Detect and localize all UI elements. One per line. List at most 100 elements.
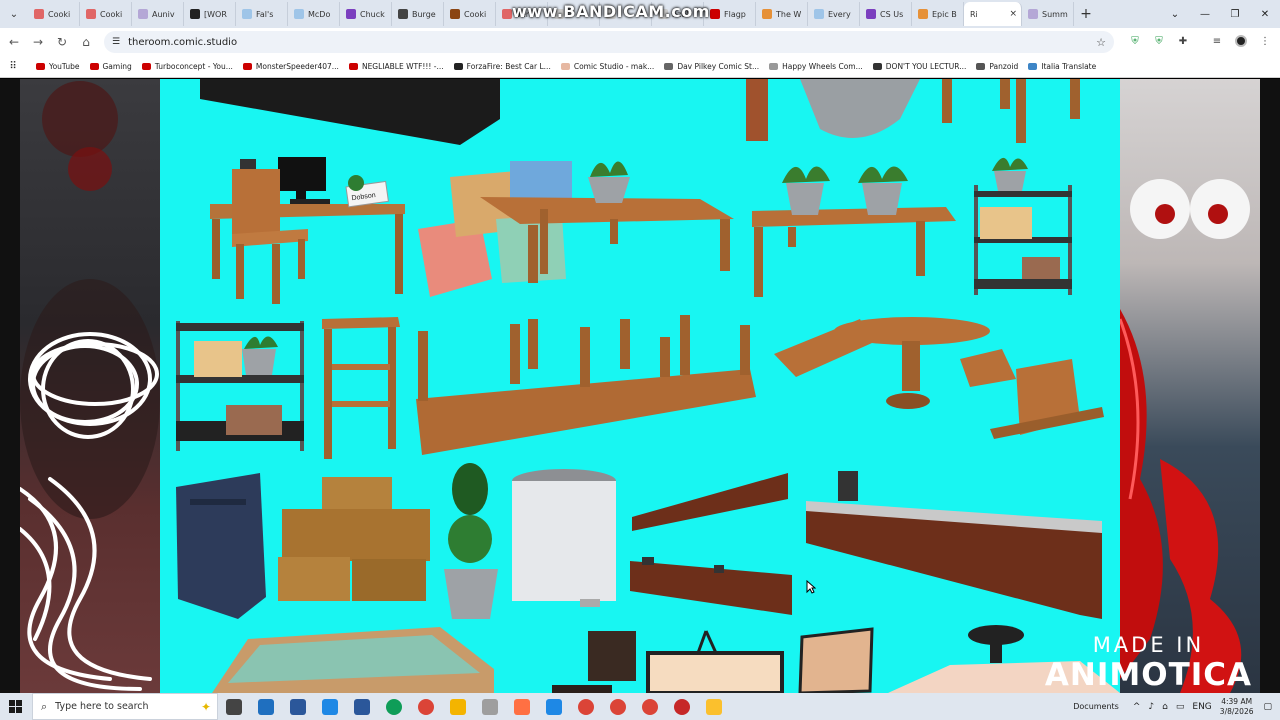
extension-shield-icon[interactable]: ⛨ — [1128, 34, 1142, 48]
taskbar-files-icon[interactable] — [442, 693, 474, 720]
browser-tab[interactable]: CS Us — [860, 2, 912, 26]
wood-ramp[interactable] — [632, 473, 788, 531]
new-tab-button[interactable]: + — [1074, 6, 1098, 22]
taskbar-search-box[interactable]: ⌕ Type here to search ✦ — [32, 693, 218, 720]
trash-bin[interactable] — [512, 469, 616, 607]
close-window-icon[interactable]: ✕ — [1250, 0, 1280, 28]
active-tab[interactable]: Ri × — [964, 2, 1022, 26]
browser-tab[interactable]: McDo — [288, 2, 340, 26]
bookmark-item[interactable]: NEGLIABLE WTF!!! -... — [348, 62, 444, 71]
browser-tab[interactable]: Cooki — [444, 2, 496, 26]
restore-icon[interactable]: ❐ — [1220, 0, 1250, 28]
home-button[interactable]: ⌂ — [74, 30, 98, 54]
navy-locker[interactable] — [176, 473, 266, 619]
taskbar-edge-icon[interactable] — [378, 693, 410, 720]
potted-plant[interactable] — [588, 161, 630, 203]
browser-tab[interactable]: Every — [808, 2, 860, 26]
topiary-plant[interactable] — [444, 463, 498, 619]
kitchen-counter[interactable] — [806, 471, 1102, 619]
browser-tab[interactable]: Auniv — [132, 2, 184, 26]
browser-tab[interactable]: Summ — [1022, 2, 1074, 26]
profile-avatar[interactable] — [1234, 34, 1248, 48]
reload-button[interactable]: ↻ — [50, 30, 74, 54]
bookmark-item[interactable]: Panzoid — [976, 62, 1018, 71]
clock[interactable]: 4:39 AM 3/8/2026 — [1220, 697, 1254, 717]
taskbar-chrome-icon[interactable] — [570, 693, 602, 720]
taskbar-app-icon[interactable] — [474, 693, 506, 720]
bookmark-item[interactable]: Gaming — [89, 62, 132, 71]
bookmark-item[interactable]: YouTube — [36, 62, 80, 71]
bookmark-item[interactable]: DON'T YOU LECTUR... — [872, 62, 966, 71]
taskbar-app-icon[interactable] — [698, 693, 730, 720]
potted-plants-pair[interactable] — [782, 166, 908, 215]
cardboard-boxes[interactable] — [278, 477, 430, 601]
taskbar-chrome-icon[interactable] — [602, 693, 634, 720]
browser-tab[interactable]: Epic B — [912, 2, 964, 26]
taskbar-chrome-icon[interactable] — [634, 693, 666, 720]
tab-label: The W — [776, 9, 802, 19]
flipped-table[interactable] — [416, 315, 756, 455]
table-legs-top[interactable] — [942, 79, 1080, 143]
back-button[interactable]: ← — [2, 30, 26, 54]
apps-grid-icon[interactable]: ⠿ — [0, 61, 26, 72]
rock-pot-item[interactable] — [746, 79, 920, 141]
extensions-puzzle-icon[interactable]: ✚ — [1176, 34, 1190, 48]
round-table-set[interactable] — [774, 317, 1104, 439]
forward-button[interactable]: → — [26, 30, 50, 54]
monitor-display[interactable] — [646, 630, 784, 693]
bookmark-item[interactable]: Dav Pilkey Comic St... — [664, 62, 759, 71]
colored-cubes[interactable] — [418, 161, 572, 297]
start-button[interactable] — [0, 693, 32, 720]
comic-studio-canvas[interactable]: Dobson — [160, 79, 1120, 693]
network-icon[interactable]: ⌂ — [1162, 702, 1168, 712]
close-tab-icon[interactable]: × — [1009, 9, 1017, 19]
bookmark-item[interactable]: Italia Translate — [1028, 62, 1096, 71]
browser-menu-icon[interactable]: ⋮ — [1258, 34, 1272, 48]
bookmark-item[interactable]: MonsterSpeeder407... — [242, 62, 339, 71]
bookmark-star-icon[interactable]: ☆ — [1096, 36, 1106, 49]
wooden-stand[interactable] — [322, 317, 400, 459]
taskbar-app-icon[interactable] — [282, 693, 314, 720]
site-info-icon[interactable]: ☰ — [112, 37, 120, 47]
black-crate[interactable] — [200, 79, 500, 145]
bookmark-item[interactable]: Turboconcept - You... — [141, 62, 233, 71]
browser-tab[interactable]: Fal's — [236, 2, 288, 26]
bookmark-item[interactable]: Comic Studio - mak... — [560, 62, 654, 71]
shelf-board[interactable] — [630, 557, 792, 615]
minimize-icon[interactable]: — — [1190, 0, 1220, 28]
browser-tab[interactable]: Chuck — [340, 2, 392, 26]
taskbar-record-icon[interactable] — [666, 693, 698, 720]
browser-tab[interactable]: Cooki — [80, 2, 132, 26]
tab-list-icon[interactable]: ⌄ — [1160, 0, 1190, 28]
battery-icon[interactable]: ▭ — [1176, 702, 1185, 712]
bookmark-item[interactable]: ForzaFire: Best Car L... — [453, 62, 551, 71]
taskbar-app-icon[interactable] — [314, 693, 346, 720]
office-chair[interactable] — [552, 631, 636, 693]
lang-indicator[interactable]: ENG — [1192, 702, 1211, 712]
browser-tab[interactable]: The W — [756, 2, 808, 26]
glass-table[interactable] — [212, 627, 494, 693]
bookmark-item[interactable]: Happy Wheels Com... — [769, 62, 863, 71]
browser-tab[interactable]: Burge — [392, 2, 444, 26]
taskbar-task-view-icon[interactable] — [218, 693, 250, 720]
browser-tab[interactable]: Cooki — [28, 2, 80, 26]
documents-toolbar[interactable]: Documents — [1073, 702, 1119, 711]
notification-icon[interactable]: ▢ — [1263, 702, 1272, 712]
volume-icon[interactable]: ♪ — [1148, 702, 1154, 712]
tab-search-icon[interactable]: ⌄ — [0, 0, 28, 28]
taskbar-app-icon[interactable] — [506, 693, 538, 720]
long-table[interactable] — [752, 207, 956, 297]
browser-tab[interactable]: [WOR — [184, 2, 236, 26]
taskbar-app-icon[interactable] — [538, 693, 570, 720]
media-control-icon[interactable]: ≡ — [1210, 34, 1224, 48]
taskbar-word-icon[interactable] — [346, 693, 378, 720]
extension-shield2-icon[interactable]: ⛨ — [1152, 34, 1166, 48]
url-field[interactable]: ☰ theroom.comic.studio ☆ — [104, 31, 1114, 53]
tray-overflow-icon[interactable]: ^ — [1133, 702, 1141, 712]
taskbar-chrome-icon[interactable] — [410, 693, 442, 720]
metal-shelf-left[interactable] — [176, 321, 304, 451]
taskbar-app-icon[interactable] — [250, 693, 282, 720]
beige-panel[interactable] — [798, 627, 874, 693]
metal-shelf-right[interactable] — [974, 157, 1072, 295]
browser-tab[interactable]: Flagp — [704, 2, 756, 26]
